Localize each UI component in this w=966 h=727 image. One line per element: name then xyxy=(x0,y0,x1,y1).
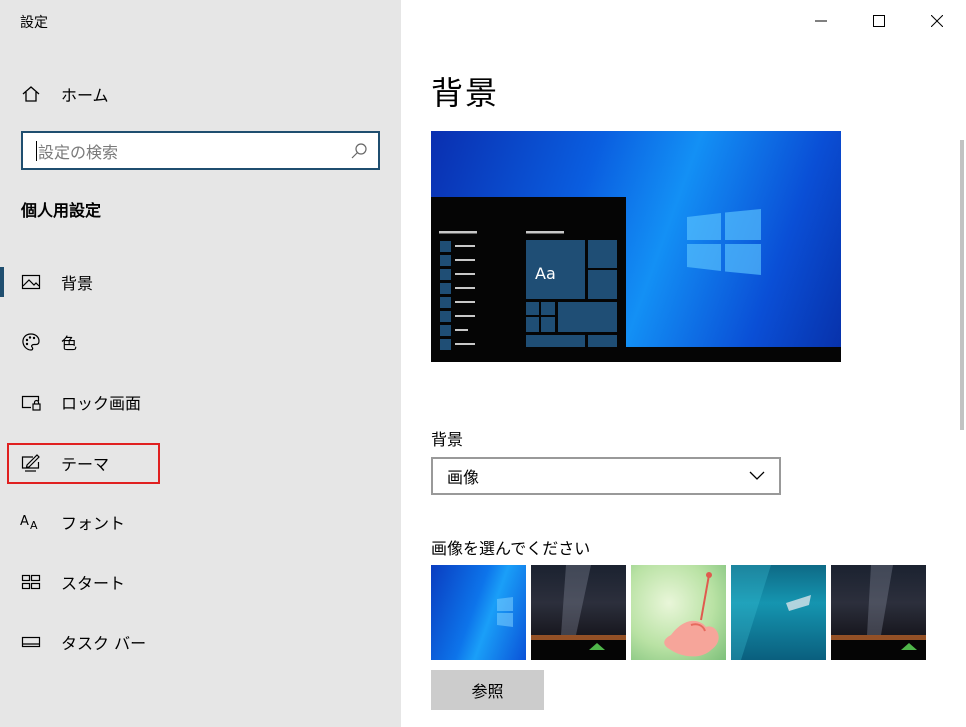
page-title: 背景 xyxy=(431,74,500,112)
picture-thumbnail[interactable] xyxy=(831,565,926,660)
sidebar-item-font[interactable]: AA フォント xyxy=(20,507,400,537)
picture-thumbnail[interactable] xyxy=(431,565,526,660)
minimize-button[interactable] xyxy=(792,0,850,42)
picture-thumbnail[interactable] xyxy=(731,565,826,660)
background-field-label: 背景 xyxy=(431,430,464,449)
lock-screen-icon xyxy=(20,391,42,413)
close-icon xyxy=(931,15,943,27)
sidebar-item-home[interactable]: ホーム xyxy=(20,80,220,108)
sidebar-item-color[interactable]: 色 xyxy=(20,327,400,357)
background-type-select[interactable]: 画像 xyxy=(431,457,781,495)
search-field[interactable]: 設定の検索 xyxy=(21,131,380,170)
home-icon xyxy=(20,83,42,105)
svg-text:A: A xyxy=(20,514,29,529)
scrollbar[interactable] xyxy=(960,140,964,430)
main-content: 背景 Aa 背景 画像 画像を選んでください 参照 xyxy=(401,0,966,727)
background-preview: Aa xyxy=(431,131,841,362)
sidebar-item-label: タスク バー xyxy=(61,634,147,653)
windows-logo-icon xyxy=(687,209,761,275)
sidebar-item-label: ホーム xyxy=(61,86,109,105)
sidebar-item-label: ロック画面 xyxy=(61,394,142,413)
sidebar: 設定 ホーム 設定の検索 個人用設定 背景 色 ロック画面 テーマ A A フォ… xyxy=(0,0,401,727)
sidebar-item-background[interactable]: 背景 xyxy=(20,267,400,297)
preview-start-menu xyxy=(431,197,626,362)
sidebar-item-lock-screen[interactable]: ロック画面 xyxy=(20,387,400,417)
picture-thumbnail[interactable] xyxy=(631,565,726,660)
sidebar-item-label: 色 xyxy=(61,334,78,353)
svg-text:A: A xyxy=(30,519,38,532)
sidebar-item-label: 背景 xyxy=(61,274,94,293)
sidebar-item-taskbar[interactable]: タスク バー xyxy=(20,627,400,657)
search-input[interactable]: 設定の検索 xyxy=(38,139,348,163)
maximize-icon xyxy=(873,15,885,27)
picture-icon xyxy=(20,271,42,293)
picture-thumbnail[interactable] xyxy=(531,565,626,660)
choose-picture-label: 画像を選んでください xyxy=(431,539,591,558)
taskbar-icon xyxy=(20,631,42,653)
picture-thumbnails xyxy=(431,565,926,660)
text-caret xyxy=(36,140,37,161)
preview-tile-label: Aa xyxy=(535,264,556,283)
highlight-box xyxy=(7,443,160,484)
start-icon xyxy=(20,571,42,593)
minimize-icon xyxy=(815,20,827,22)
window-title: 設定 xyxy=(20,15,48,31)
palette-icon xyxy=(20,331,42,353)
sidebar-item-label: フォント xyxy=(61,514,126,533)
section-title: 個人用設定 xyxy=(21,201,102,220)
font-icon: AA xyxy=(20,511,42,533)
maximize-button[interactable] xyxy=(850,0,908,42)
sidebar-item-start[interactable]: スタート xyxy=(20,567,400,597)
window-controls xyxy=(792,0,966,42)
select-value: 画像 xyxy=(447,468,480,487)
close-button[interactable] xyxy=(908,0,966,42)
browse-button[interactable]: 参照 xyxy=(431,670,544,710)
chevron-down-icon xyxy=(747,466,767,486)
sidebar-item-label: スタート xyxy=(61,574,126,593)
search-icon[interactable] xyxy=(348,140,370,162)
active-indicator xyxy=(0,267,4,297)
